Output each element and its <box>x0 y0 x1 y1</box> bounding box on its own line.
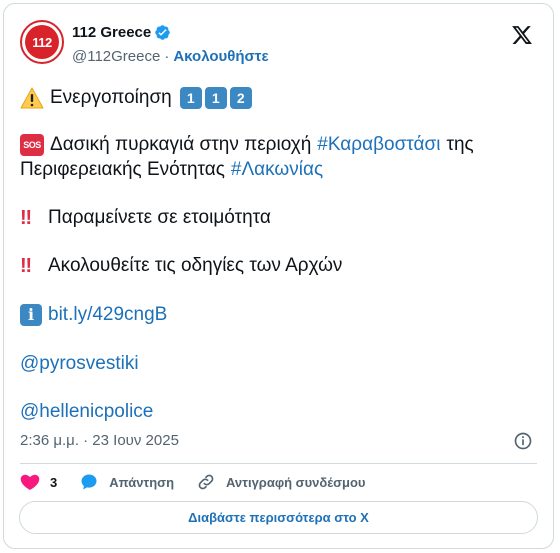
verified-badge-icon <box>155 25 171 40</box>
reply-label: Απάντηση <box>109 474 175 490</box>
region-text: Περιφερειακής Ενότητας <box>20 159 225 180</box>
link-icon <box>198 474 214 490</box>
author-handle-row: @112Greece · Ακολουθήστε <box>72 48 269 65</box>
follow-link[interactable]: Ακολουθήστε <box>173 48 268 65</box>
tweet-line-activation: Ενεργοποίηση 1 1 2 <box>20 86 255 110</box>
heart-icon <box>20 474 40 490</box>
avatar[interactable]: 112 <box>20 20 64 64</box>
tweet-line-fire: SOS Δασική πυρκαγιά στην περιοχή #Καραβο… <box>20 133 474 157</box>
hashtag-lakonias[interactable]: #Λακωνίας <box>231 158 323 182</box>
mention-hellenicpolice[interactable]: @hellenicpolice <box>20 400 153 424</box>
fire-text-after: της <box>446 134 474 155</box>
hashtag-karavostasi[interactable]: #Καραβοστάσι <box>317 133 440 157</box>
like-count: 3 <box>50 474 58 490</box>
avatar-logo: 112 <box>25 25 59 59</box>
tweet-line-readiness: ‼ Παραμείνετε σε ετοιμότητα <box>20 206 271 230</box>
warning-emoji <box>20 87 44 109</box>
double-exclamation-emoji: ‼ <box>20 255 32 277</box>
instructions-text: Ακολουθείτε τις οδηγίες των Αρχών <box>48 255 343 276</box>
author-display-name[interactable]: 112 Greece <box>72 24 151 41</box>
tweet-line-region: Περιφερειακής Ενότητας #Λακωνίας <box>20 158 323 182</box>
double-exclamation-emoji: ‼ <box>20 207 32 229</box>
author-handle[interactable]: @112Greece <box>72 48 160 65</box>
reply-action[interactable]: Απάντηση <box>79 472 174 492</box>
activation-text: Ενεργοποίηση <box>50 87 172 108</box>
reply-bubble-icon <box>81 474 97 490</box>
like-action[interactable]: 3 <box>20 472 57 492</box>
keycap-2-emoji: 2 <box>229 87 252 109</box>
read-more-button[interactable]: Διαβάστε περισσότερα στο X <box>19 501 538 534</box>
tweet-timestamp[interactable]: 2:36 μ.μ. · 23 Ιουν 2025 <box>20 432 179 449</box>
copy-link-label: Αντιγραφή συνδέσμου <box>226 474 366 490</box>
separator-dot: · <box>164 48 170 65</box>
divider <box>20 463 537 464</box>
information-emoji: i <box>20 304 42 326</box>
short-link[interactable]: bit.ly/429cngB <box>48 303 167 327</box>
tweet-card: 112 112 Greece @112Greece · Ακολουθήστε … <box>3 3 554 549</box>
tweet-line-instructions: ‼ Ακολουθείτε τις οδηγίες των Αρχών <box>20 254 342 278</box>
x-logo-icon[interactable] <box>511 24 533 46</box>
keycap-1-emoji: 1 <box>204 87 227 109</box>
keycap-1-emoji: 1 <box>179 87 202 109</box>
tweet-line-mention-2: @hellenicpolice <box>20 400 153 424</box>
info-circle-icon[interactable] <box>513 431 533 451</box>
copy-link-action[interactable]: Αντιγραφή συνδέσμου <box>196 472 365 492</box>
tweet-line-link: i bit.ly/429cngB <box>20 303 167 327</box>
fire-text: Δασική πυρκαγιά στην περιοχή <box>50 134 312 155</box>
sos-emoji: SOS <box>20 134 44 156</box>
tweet-line-mention-1: @pyrosvestiki <box>20 352 139 376</box>
action-bar: 3 Απάντηση Αντιγραφή συνδέσμου <box>20 472 387 492</box>
author-name-row: 112 Greece <box>72 24 171 41</box>
readiness-text: Παραμείνετε σε ετοιμότητα <box>48 207 271 228</box>
mention-pyrosvestiki[interactable]: @pyrosvestiki <box>20 352 139 376</box>
